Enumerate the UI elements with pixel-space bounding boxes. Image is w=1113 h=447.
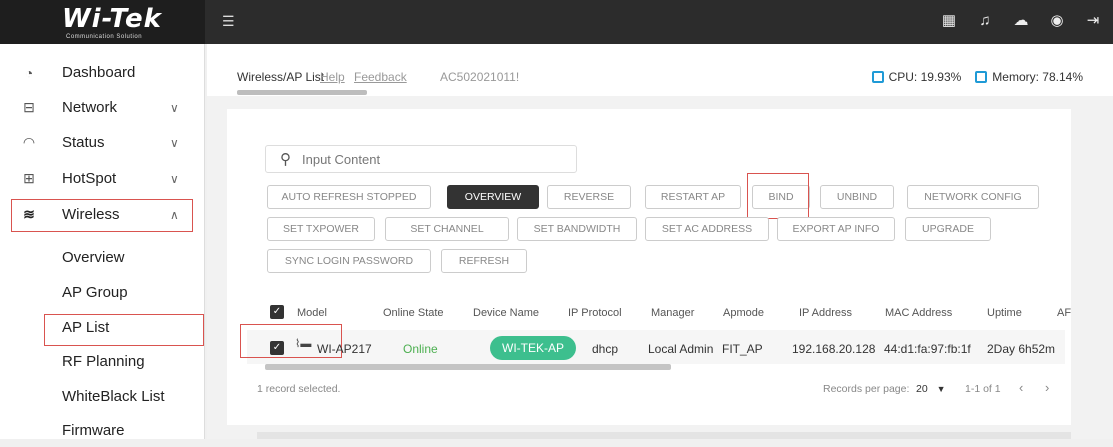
previous-page-icon[interactable]: ‹ [1019, 380, 1023, 395]
logout-icon[interactable]: ⇥ [1085, 12, 1101, 30]
cell-apmode: FIT_AP [722, 342, 763, 356]
sidebar-subitem-rf-planning[interactable]: RF Planning [62, 345, 145, 378]
cloud-icon[interactable]: ☁ [1013, 12, 1029, 30]
cell-manager: Local Admin [648, 342, 714, 356]
feedback-link[interactable]: Feedback [354, 70, 407, 84]
dropdown-arrow-icon: ▼ [936, 384, 946, 394]
export-ap-info-button[interactable]: EXPORT AP INFO [777, 217, 895, 241]
set-channel-button[interactable]: SET CHANNEL [385, 217, 509, 241]
memory-stat: Memory: 78.14% [975, 70, 1083, 84]
cpu-stat: CPU: 19.93% [871, 70, 962, 84]
ap-list-panel: ⚲ AUTO REFRESH STOPPED OVERVIEW REVERSE … [227, 109, 1071, 425]
column-header-apmode[interactable]: Apmode [723, 307, 764, 319]
sidebar-subitem-firmware[interactable]: Firmware [62, 414, 125, 447]
sidebar-item-status[interactable]: ◠ Status ∨ [0, 126, 205, 159]
highlight-box-ap-list [44, 314, 204, 346]
sidebar-item-label: Dashboard [62, 64, 136, 81]
sidebar-subitem-overview[interactable]: Overview [62, 241, 125, 274]
sidebar-item-label: Network [62, 99, 118, 116]
menu-icon[interactable]: ☰ [222, 13, 235, 30]
cell-mac-address: 44:d1:fa:97:fb:1f [884, 342, 971, 356]
restart-ap-button[interactable]: RESTART AP [645, 185, 741, 209]
top-icons: ▦ ♫ ☁ ◉ ⇥ [941, 12, 1101, 30]
ac-id: AC502021011! [440, 70, 520, 84]
status-icon: ◠ [22, 134, 36, 150]
sidebar-item-dashboard[interactable]: ◔ Dashboard [0, 56, 205, 89]
sidebar-subitem-ap-group[interactable]: AP Group [62, 276, 128, 309]
bell-icon[interactable]: ♫ [977, 12, 993, 30]
refresh-button[interactable]: REFRESH [441, 249, 527, 273]
column-header-manager[interactable]: Manager [651, 307, 694, 319]
sidebar: ◔ Dashboard ⊟ Network ∨ ◠ Status ∨ ⊞ Hot… [0, 44, 205, 439]
help-link[interactable]: Help [320, 70, 345, 84]
main-content: Wireless/AP List Help Feedback AC5020210… [207, 44, 1113, 439]
column-header-model[interactable]: Model [297, 307, 327, 319]
column-header-af[interactable]: AF [1057, 307, 1071, 319]
sidebar-subitem-whiteblack-list[interactable]: WhiteBlack List [62, 380, 165, 413]
breadcrumb-scrollbar[interactable] [237, 90, 367, 95]
network-icon: ⊟ [23, 99, 35, 115]
column-header-ip-protocol[interactable]: IP Protocol [568, 307, 622, 319]
logo-area: Wi-Tek Communication Solution [0, 0, 205, 44]
cpu-icon [871, 71, 884, 83]
cell-ip-protocol: dhcp [592, 342, 619, 356]
records-per-page-value: 20 [916, 383, 928, 395]
next-page-icon[interactable]: › [1045, 380, 1049, 395]
sync-login-password-button[interactable]: SYNC LOGIN PASSWORD [267, 249, 431, 273]
breadcrumb-bar: Wireless/AP List Help Feedback AC5020210… [207, 44, 1113, 96]
system-stats: CPU: 19.93% Memory: 78.14% [871, 70, 1083, 84]
overview-button[interactable]: OVERVIEW [447, 185, 539, 209]
hotspot-icon: ⊞ [23, 170, 35, 186]
sidebar-item-hotspot[interactable]: ⊞ HotSpot ∨ [0, 162, 205, 195]
column-header-uptime[interactable]: Uptime [987, 307, 1022, 319]
highlight-box-bind [747, 173, 809, 219]
set-bandwidth-button[interactable]: SET BANDWIDTH [517, 217, 637, 241]
unbind-button[interactable]: UNBIND [820, 185, 894, 209]
search-icon: ⚲ [280, 151, 291, 168]
memory-label: Memory: 78.14% [992, 70, 1083, 84]
set-txpower-button[interactable]: SET TXPOWER [267, 217, 375, 241]
sidebar-item-label: HotSpot [62, 170, 117, 187]
qr-code-icon[interactable]: ▦ [941, 12, 957, 30]
set-ac-address-button[interactable]: SET AC ADDRESS [645, 217, 769, 241]
brand-logo[interactable]: Wi-Tek [62, 4, 162, 34]
search-box: ⚲ [265, 145, 577, 173]
records-per-page-select[interactable]: 20 ▼ [916, 383, 946, 395]
table-horizontal-scrollbar[interactable] [265, 364, 671, 370]
dashboard-icon: ◔ [24, 64, 34, 81]
network-config-button[interactable]: NETWORK CONFIG [907, 185, 1039, 209]
reverse-button[interactable]: REVERSE [547, 185, 631, 209]
chevron-down-icon: ∨ [170, 100, 179, 115]
pagination-range: 1-1 of 1 [965, 383, 1001, 395]
sidebar-item-label: Status [62, 134, 105, 151]
cpu-label: CPU: 19.93% [888, 70, 962, 84]
sidebar-item-network[interactable]: ⊟ Network ∨ [0, 91, 205, 124]
cell-model: WI-AP217 [317, 342, 372, 356]
auto-refresh-button[interactable]: AUTO REFRESH STOPPED [267, 185, 431, 209]
selection-status: 1 record selected. [257, 383, 341, 395]
ap-device-icon: ⌇▬ [295, 338, 312, 350]
brand-tagline: Communication Solution [66, 34, 143, 40]
select-all-checkbox[interactable]: ✓ [270, 305, 284, 319]
cell-device-name[interactable]: WI-TEK-AP [490, 336, 576, 360]
bottom-panel-edge [257, 432, 1071, 439]
globe-icon[interactable]: ◉ [1049, 12, 1065, 30]
upgrade-button[interactable]: UPGRADE [905, 217, 991, 241]
column-header-online-state[interactable]: Online State [383, 307, 444, 319]
cell-ip-address: 192.168.20.128 [792, 342, 876, 356]
cell-uptime: 2Day 6h52m [987, 342, 1056, 356]
records-per-page-label: Records per page: [823, 383, 910, 395]
search-input[interactable] [302, 150, 562, 168]
chevron-down-icon: ∨ [170, 135, 179, 150]
chevron-down-icon: ∨ [170, 171, 179, 186]
memory-icon [975, 71, 988, 83]
breadcrumb: Wireless/AP List [237, 70, 325, 84]
column-header-device-name[interactable]: Device Name [473, 307, 539, 319]
column-header-ip-address[interactable]: IP Address [799, 307, 852, 319]
highlight-box-wireless [11, 199, 193, 232]
cell-online-state: Online [403, 342, 438, 356]
top-bar: Wi-Tek Communication Solution ☰ ▦ ♫ ☁ ◉ … [0, 0, 1113, 44]
column-header-mac-address[interactable]: MAC Address [885, 307, 952, 319]
